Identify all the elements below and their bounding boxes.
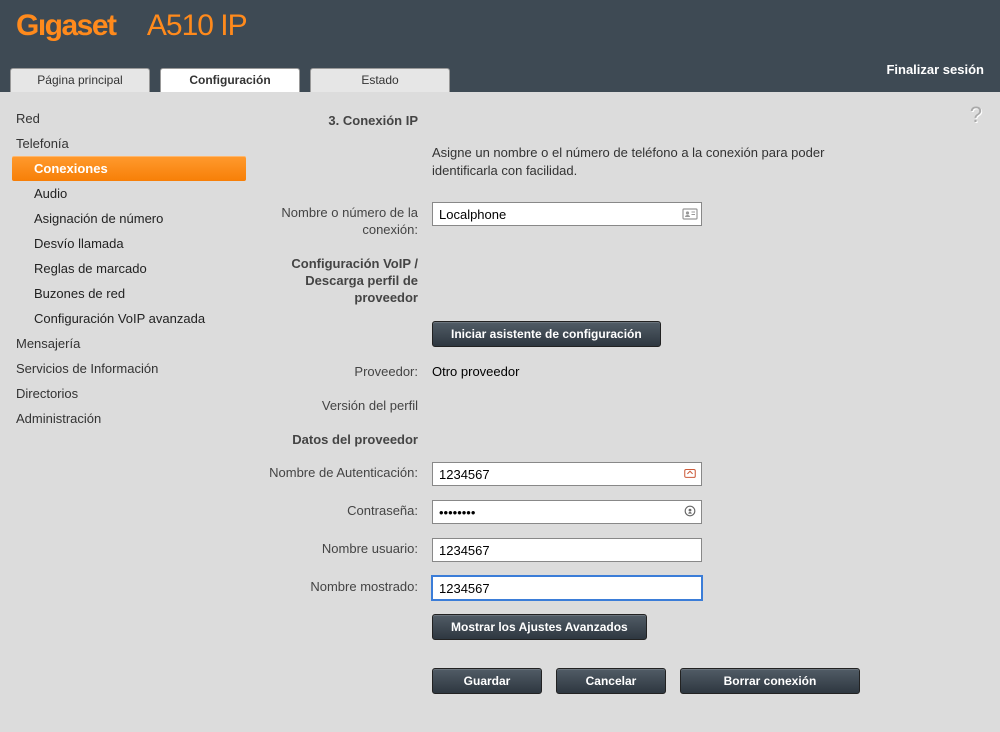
provider-value: Otro proveedor [432,361,988,381]
lock-icon [682,504,698,520]
contact-card-icon [682,206,698,222]
logout-link[interactable]: Finalizar sesión [886,62,984,77]
brand-model: A510 IP [147,9,247,42]
cancel-button[interactable]: Cancelar [556,668,666,694]
brand-logo: Gıgaset A510 IP [16,9,247,43]
password-label: Contraseña: [252,500,432,524]
sidebar-item-administracion[interactable]: Administración [12,406,252,431]
sidebar-item-audio[interactable]: Audio [12,181,252,206]
display-name-input[interactable] [432,576,702,600]
sidebar-item-conexiones[interactable]: Conexiones [12,156,246,181]
sidebar-item-desvio[interactable]: Desvío llamada [12,231,252,256]
sidebar-item-asignacion[interactable]: Asignación de número [12,206,252,231]
provider-label: Proveedor: [252,361,432,381]
tab-home[interactable]: Página principal [10,68,150,92]
sidebar-item-buzones[interactable]: Buzones de red [12,281,252,306]
username-input[interactable] [432,538,702,562]
start-wizard-button[interactable]: Iniciar asistente de configuración [432,321,661,347]
intro-text: Asigne un nombre o el número de teléfono… [432,144,892,180]
conn-name-input[interactable] [432,202,702,226]
page-body: ? Red Telefonía Conexiones Audio Asignac… [0,92,1000,732]
sidebar-item-voip-avanzada[interactable]: Configuración VoIP avanzada [12,306,252,331]
password-input[interactable] [432,500,702,524]
sidebar-item-reglas[interactable]: Reglas de marcado [12,256,252,281]
main-content: 3. Conexión IP Asigne un nombre o el núm… [252,106,988,708]
key-icon [682,466,698,482]
section-title: 3. Conexión IP [252,110,432,130]
sidebar-item-directorios[interactable]: Directorios [12,381,252,406]
provider-data-header: Datos del proveedor [252,429,432,449]
username-label: Nombre usuario: [252,538,432,562]
help-icon[interactable]: ? [970,102,982,128]
voip-download-label: Configuración VoIP / Descarga perfil de … [252,253,432,307]
top-header: Gıgaset A510 IP [0,0,1000,52]
sidebar-item-telefonia[interactable]: Telefonía [12,131,252,156]
auth-name-label: Nombre de Autenticación: [252,462,432,486]
show-advanced-button[interactable]: Mostrar los Ajustes Avanzados [432,614,647,640]
brand-name: Gıgaset [16,9,116,42]
sidebar-item-red[interactable]: Red [12,106,252,131]
sidebar-item-servicios-info[interactable]: Servicios de Información [12,356,252,381]
profile-version-label: Versión del perfil [252,395,432,415]
save-button[interactable]: Guardar [432,668,542,694]
tab-config[interactable]: Configuración [160,68,300,92]
delete-connection-button[interactable]: Borrar conexión [680,668,860,694]
tab-bar: Página principal Configuración Estado Fi… [0,52,1000,92]
sidebar: Red Telefonía Conexiones Audio Asignació… [12,106,252,708]
conn-name-label: Nombre o número de la conexión: [252,202,432,239]
sidebar-item-mensajeria[interactable]: Mensajería [12,331,252,356]
tab-status[interactable]: Estado [310,68,450,92]
display-name-label: Nombre mostrado: [252,576,432,600]
auth-name-input[interactable] [432,462,702,486]
